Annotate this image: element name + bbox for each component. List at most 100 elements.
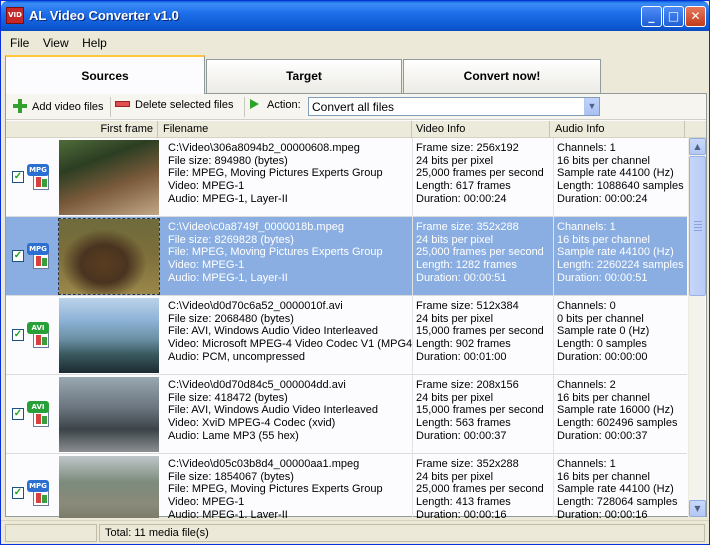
table-row[interactable]: ✓ AVI C:\Video\d0d70c6a52_0000010f.avi File…	[6, 296, 687, 375]
video-info-cell-line: Frame size: 352x288	[416, 221, 519, 233]
row-checkbox[interactable]: ✓	[12, 487, 24, 499]
video-info-cell: Frame size: 352x288 24 bits per pixel 25,0…	[416, 458, 553, 518]
filename-cell-line: File: MPEG, Moving Pictures Experts Grou…	[168, 167, 383, 180]
audio-info-cell: Channels: 1 16 bits per channel Sample rat…	[557, 142, 687, 206]
column-header-video-info[interactable]: Video Info	[412, 121, 550, 138]
audio-info-cell-line: Length: 0 samples	[557, 338, 647, 351]
maximize-button[interactable]: □	[663, 6, 684, 27]
table-row[interactable]: ✓ MPG C:\Video\306a8094b2_00000608.mpeg Fil…	[6, 138, 687, 217]
scroll-thumb[interactable]	[689, 156, 706, 296]
play-icon	[250, 99, 259, 109]
filename-cell-line: Audio: MPEG-1, Layer-II	[168, 192, 288, 205]
video-info-cell-line: Duration: 00:00:16	[416, 508, 507, 518]
filename-cell-line: Video: MPEG-1	[168, 180, 245, 193]
action-select[interactable]: Convert all files ▼	[308, 97, 600, 116]
filename-cell: C:\Video\c0a8749f_0000018b.mpeg File size…	[168, 221, 412, 285]
filename-cell-line: File: MPEG, Moving Pictures Experts Grou…	[168, 246, 383, 259]
toolbar-separator	[110, 97, 111, 117]
format-badge: MPG	[27, 480, 49, 492]
audio-info-cell-line: 16 bits per channel	[557, 391, 650, 404]
format-badge: MPG	[27, 243, 49, 255]
delete-selected-files-button[interactable]: Delete selected files	[115, 99, 233, 111]
format-badge: MPG	[27, 164, 49, 176]
audio-info-cell-line: 16 bits per channel	[557, 470, 650, 483]
column-divider	[553, 296, 554, 375]
column-header-filename[interactable]: Filename	[159, 121, 412, 138]
column-divider	[553, 138, 554, 217]
close-button[interactable]: ✕	[685, 6, 706, 27]
video-info-cell-line: Frame size: 512x384	[416, 300, 519, 312]
column-header-first-frame[interactable]: First frame	[6, 121, 158, 138]
status-cell	[5, 524, 97, 542]
first-frame-thumbnail	[59, 298, 159, 373]
filename-cell-line: File size: 1854067 (bytes)	[168, 470, 294, 483]
file-format-icon: AVI	[27, 322, 53, 348]
sources-panel: Add video files Delete selected files Ac…	[5, 93, 707, 518]
media-file-list[interactable]: ✓ MPG C:\Video\306a8094b2_00000608.mpeg Fil…	[6, 138, 687, 518]
video-info-cell-line: 24 bits per pixel	[416, 312, 494, 325]
row-checkbox[interactable]: ✓	[12, 171, 24, 183]
table-row[interactable]: ✓ MPG C:\Video\d05c03b8d4_00000aa1.mpeg Fil…	[6, 454, 687, 518]
filename-cell-line: File size: 8269828 (bytes)	[168, 233, 294, 246]
row-checkbox[interactable]: ✓	[12, 408, 24, 420]
first-frame-thumbnail	[58, 218, 160, 295]
video-info-cell-line: 25,000 frames per second	[416, 483, 544, 496]
audio-info-cell-line: Channels: 2	[557, 379, 616, 391]
scroll-up-button[interactable]: ▲	[689, 138, 706, 155]
audio-info-cell-line: 16 bits per channel	[557, 233, 650, 246]
video-info-cell: Frame size: 256x192 24 bits per pixel 25,0…	[416, 142, 553, 206]
audio-info-cell-line: Duration: 00:00:00	[557, 350, 648, 363]
row-checkbox[interactable]: ✓	[12, 250, 24, 262]
column-header-audio-info[interactable]: Audio Info	[551, 121, 685, 138]
audio-info-cell-line: Channels: 1	[557, 142, 616, 154]
video-info-cell-line: Frame size: 208x156	[416, 379, 519, 391]
menu-view[interactable]: View	[37, 33, 73, 50]
menu-bar: File View Help	[4, 33, 707, 53]
media-document-icon	[33, 174, 49, 190]
file-format-icon: AVI	[27, 401, 53, 427]
media-document-icon	[33, 490, 49, 506]
filename-cell-line: Video: Microsoft MPEG-4 Video Codec V1 (…	[168, 338, 412, 351]
audio-info-cell-line: Duration: 00:00:24	[557, 192, 648, 205]
first-frame-thumbnail	[59, 377, 159, 452]
filename-cell-line: File: AVI, Windows Audio Video Interleav…	[168, 325, 378, 338]
audio-info-cell-line: Sample rate 16000 (Hz)	[557, 404, 674, 417]
file-format-icon: MPG	[27, 243, 53, 269]
tab-target[interactable]: Target	[206, 59, 402, 93]
menu-help[interactable]: Help	[76, 33, 111, 50]
vertical-scrollbar[interactable]: ▲ ▼	[688, 138, 706, 517]
audio-info-cell: Channels: 1 16 bits per channel Sample rat…	[557, 458, 687, 518]
video-info-cell: Frame size: 512x384 24 bits per pixel 15,0…	[416, 300, 553, 364]
action-select-value: Convert all files	[312, 100, 395, 114]
title-bar[interactable]: VID AL Video Converter v1.0 _ □ ✕	[1, 1, 709, 31]
column-divider	[553, 217, 554, 296]
audio-info-cell-line: Channels: 1	[557, 458, 616, 470]
minimize-button[interactable]: _	[641, 6, 662, 27]
table-row[interactable]: ✓ MPG C:\Video\c0a8749f_0000018b.mpeg File …	[6, 217, 687, 296]
video-info-cell-line: 15,000 frames per second	[416, 325, 544, 338]
tab-sources[interactable]: Sources	[5, 55, 205, 94]
video-info-cell-line: Frame size: 352x288	[416, 458, 519, 470]
table-row[interactable]: ✓ AVI C:\Video\d0d70d84c5_000004dd.avi File…	[6, 375, 687, 454]
add-icon	[13, 99, 27, 113]
video-info-cell-line: Duration: 00:00:51	[416, 271, 507, 284]
first-frame-thumbnail	[59, 456, 159, 518]
audio-info-cell-line: 16 bits per channel	[557, 154, 650, 167]
audio-info-cell-line: Length: 728064 samples	[557, 496, 678, 509]
grip-line	[694, 227, 702, 228]
add-video-files-button[interactable]: Add video files	[13, 99, 104, 113]
media-document-icon	[33, 332, 49, 348]
audio-info-cell: Channels: 1 16 bits per channel Sample rat…	[557, 221, 687, 285]
menu-file[interactable]: File	[4, 33, 33, 50]
toolbar: Add video files Delete selected files Ac…	[6, 94, 706, 120]
column-divider	[412, 217, 413, 296]
status-total: Total: 11 media file(s)	[99, 524, 705, 542]
chevron-down-icon[interactable]: ▼	[584, 98, 599, 115]
tab-convert-now[interactable]: Convert now!	[403, 59, 601, 93]
app-icon: VID	[6, 7, 24, 24]
tab-strip: Sources Target Convert now!	[5, 55, 707, 94]
video-info-cell-line: Duration: 00:00:37	[416, 429, 507, 442]
scroll-down-button[interactable]: ▼	[689, 500, 706, 517]
file-format-icon: MPG	[27, 164, 53, 190]
row-checkbox[interactable]: ✓	[12, 329, 24, 341]
